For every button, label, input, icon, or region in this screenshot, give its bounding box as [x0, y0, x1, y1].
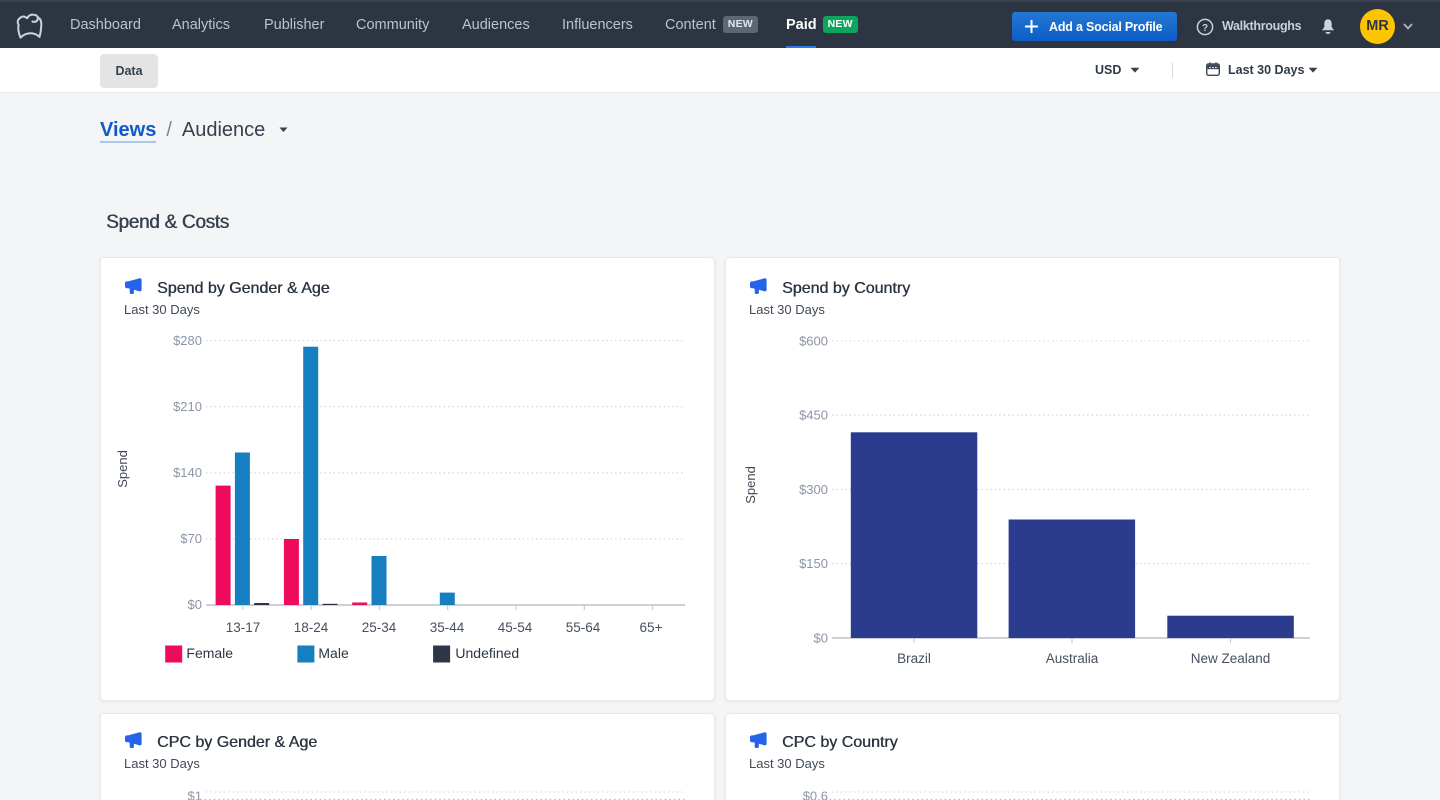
svg-text:$450: $450 — [799, 408, 828, 423]
svg-text:$0: $0 — [188, 597, 202, 612]
svg-text:Spend: Spend — [743, 466, 758, 504]
svg-text:$280: $280 — [173, 333, 202, 348]
svg-text:CPC by Country: CPC by Country — [782, 734, 898, 751]
svg-text:CPC by Gender & Age: CPC by Gender & Age — [157, 734, 317, 751]
svg-text:$210: $210 — [173, 399, 202, 414]
svg-text:$300: $300 — [799, 482, 828, 497]
svg-text:25-34: 25-34 — [362, 620, 397, 635]
svg-text:Spend by Gender & Age: Spend by Gender & Age — [157, 280, 330, 297]
svg-text:Female: Female — [186, 645, 233, 661]
svg-text:Spend: Spend — [115, 450, 130, 488]
svg-text:Last 30 Days: Last 30 Days — [124, 302, 200, 317]
svg-text:Last 30 Days: Last 30 Days — [749, 302, 825, 317]
svg-text:Spend by Country: Spend by Country — [782, 280, 910, 297]
svg-text:Australia: Australia — [1046, 651, 1099, 666]
svg-text:65+: 65+ — [640, 620, 663, 635]
svg-text:13-17: 13-17 — [226, 620, 261, 635]
svg-text:45-54: 45-54 — [498, 620, 533, 635]
svg-text:Male: Male — [318, 645, 349, 661]
svg-text:18-24: 18-24 — [294, 620, 329, 635]
svg-text:Brazil: Brazil — [897, 651, 931, 666]
svg-text:$0.6: $0.6 — [803, 789, 828, 800]
svg-text:Undefined: Undefined — [455, 645, 519, 661]
svg-text:55-64: 55-64 — [566, 620, 601, 635]
svg-text:Last 30 Days: Last 30 Days — [124, 756, 200, 771]
svg-text:$140: $140 — [173, 465, 202, 480]
svg-text:35-44: 35-44 — [430, 620, 465, 635]
svg-text:$1: $1 — [188, 789, 202, 800]
svg-text:$0: $0 — [814, 630, 828, 645]
svg-text:?: ? — [1202, 23, 1208, 34]
svg-text:New Zealand: New Zealand — [1191, 651, 1271, 666]
svg-text:Last 30 Days: Last 30 Days — [749, 756, 825, 771]
svg-text:$600: $600 — [799, 333, 828, 348]
svg-text:$150: $150 — [799, 556, 828, 571]
svg-text:$70: $70 — [180, 531, 202, 546]
